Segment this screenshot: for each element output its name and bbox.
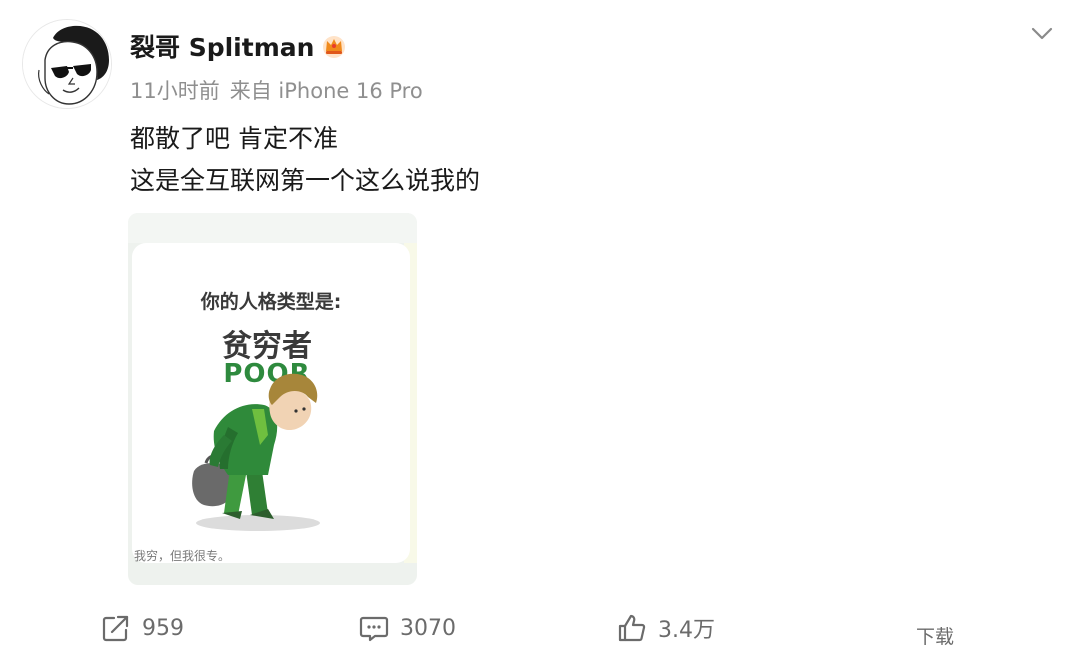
avatar[interactable]	[22, 19, 112, 109]
card-footer: 我穷，但我很专。	[134, 549, 231, 563]
vip-crown-icon[interactable]	[320, 32, 348, 60]
repost-icon	[102, 615, 129, 642]
comment-count: 3070	[400, 615, 456, 641]
avatar-image	[23, 20, 111, 108]
download-button[interactable]: 下载	[916, 622, 954, 649]
like-count: 3.4万	[658, 618, 715, 643]
thumbs-up-icon	[618, 614, 646, 642]
poor-man-illustration	[192, 373, 320, 531]
comment-button[interactable]: 3070	[358, 612, 456, 644]
post-author[interactable]: 裂哥 Splitman	[130, 28, 348, 64]
chevron-down-icon	[1031, 27, 1053, 40]
action-bar: 959 3070 3.4万 下载	[0, 612, 1080, 652]
post-time: 11小时前	[130, 79, 220, 103]
post-text-line-2: 这是全互联网第一个这么说我的	[130, 166, 481, 195]
post-text: 都散了吧 肯定不准 这是全互联网第一个这么说我的	[130, 118, 480, 202]
repost-button[interactable]: 959	[100, 612, 184, 644]
comment-icon	[359, 616, 389, 642]
post-text-line-1: 都散了吧 肯定不准	[130, 124, 338, 153]
author-name[interactable]: 裂哥 Splitman	[130, 28, 314, 64]
download-label: 下载	[916, 626, 955, 648]
post-meta: 11小时前 来自 iPhone 16 Pro	[130, 75, 423, 105]
repost-count: 959	[142, 615, 184, 641]
post-source: 来自 iPhone 16 Pro	[229, 79, 423, 103]
like-button[interactable]: 3.4万	[616, 612, 715, 644]
more-options-button[interactable]	[1028, 20, 1056, 48]
post-image[interactable]: 你的人格类型是: 贫穷者 POOR 我穷，但我很专。	[128, 213, 417, 585]
